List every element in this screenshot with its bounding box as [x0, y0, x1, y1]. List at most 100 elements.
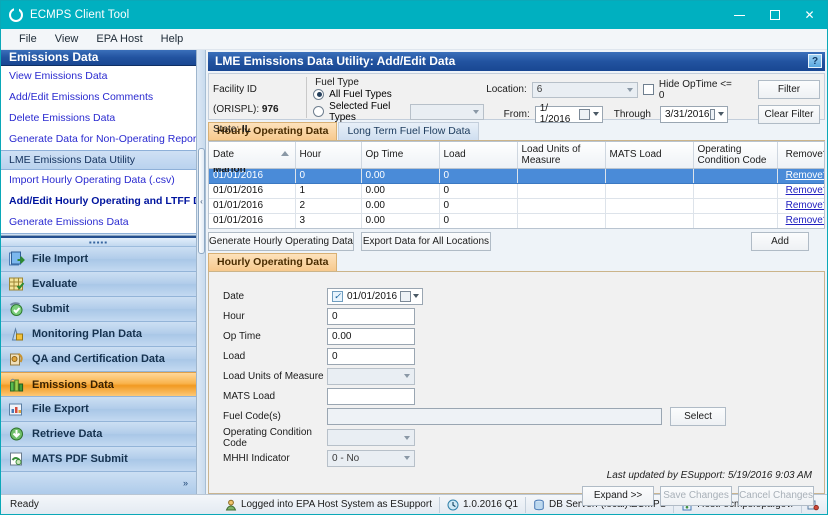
remove-link[interactable]: Remove? — [786, 185, 824, 196]
close-button[interactable]: ✕ — [792, 1, 827, 29]
expand-button[interactable]: Expand >> — [582, 485, 655, 506]
label-mats-load: MATS Load — [223, 390, 276, 402]
save-changes-button[interactable]: Save Changes — [660, 485, 733, 506]
cell-op-cond-code — [693, 213, 778, 228]
sidebar-item-retrieve-data[interactable]: Retrieve Data — [1, 422, 196, 447]
column-header-hour[interactable]: Hour — [295, 141, 362, 169]
sidebar-task-delete-emissions-data[interactable]: Delete Emissions Data — [1, 108, 196, 129]
label-hour: Hour — [223, 310, 245, 322]
mhhi-indicator-combo[interactable]: 0 - No — [327, 449, 415, 467]
clear-filter-button[interactable]: Clear Filter — [758, 104, 820, 124]
cancel-changes-button[interactable]: Cancel Changes — [738, 485, 814, 506]
column-header-operating-condition-code[interactable]: Operating Condition Code — [693, 141, 778, 169]
column-header-remove[interactable]: Remove? — [777, 141, 824, 169]
sidebar-item-label: Submit — [32, 303, 70, 315]
column-header-load-units-of-measure[interactable]: Load Units of Measure — [517, 141, 606, 169]
sidebar-item-file-import[interactable]: File Import — [1, 247, 196, 272]
cell-date: 01/01/2016 — [209, 213, 296, 228]
remove-link[interactable]: Remove? — [786, 170, 824, 181]
export-data-for-all-locations-button[interactable]: Export Data for All Locations — [360, 231, 491, 251]
hide-optime-checkbox[interactable] — [642, 84, 654, 96]
sidebar-task-generate-emissions-data[interactable]: Generate Emissions Data — [1, 212, 196, 233]
through-date-input[interactable]: 3/31/2016 — [660, 105, 728, 123]
cell-op-cond-code — [693, 183, 778, 199]
date-field[interactable]: ✓ 01/01/2016 — [327, 287, 423, 305]
table-row[interactable]: 01/01/2016 1 0.00 0 Remove? — [209, 183, 824, 199]
nav-resize-grip[interactable]: ▪▪▪▪▪ — [1, 238, 196, 247]
cell-op-time: 0.00 — [361, 198, 440, 214]
table-row[interactable]: 01/01/2016 3 0.00 0 Remove? — [209, 213, 824, 228]
load-units-of-measure-combo[interactable] — [327, 367, 415, 385]
tab-detail-hourly-operating-data[interactable]: Hourly Operating Data — [208, 252, 338, 271]
cell-remove[interactable]: Remove? — [777, 168, 824, 184]
sidebar-item-submit[interactable]: Submit — [1, 297, 196, 322]
filter-button[interactable]: Filter — [758, 80, 820, 100]
sidebar-task-import-hourly-csv[interactable]: Import Hourly Operating Data (.csv) — [1, 170, 196, 191]
calendar-icon — [709, 108, 715, 120]
sidebar-item-file-export[interactable]: File Export — [1, 397, 196, 422]
sidebar-item-mats-pdf-submit[interactable]: MATS PDF Submit — [1, 447, 196, 472]
table-row[interactable]: 01/01/2016 2 0.00 0 Remove? — [209, 198, 824, 214]
status-ready-text: Ready — [10, 499, 39, 510]
sidebar-collapse-handle[interactable]: ‹ — [198, 148, 205, 254]
fuel-codes-field[interactable] — [327, 408, 662, 425]
menu-item-view[interactable]: View — [46, 31, 88, 47]
nav-overflow-button[interactable]: » — [1, 472, 196, 494]
from-date-input[interactable]: 1/ 1/2016 — [534, 103, 603, 125]
detail-buttons: Expand >> Save Changes Cancel Changes — [209, 481, 824, 513]
minimize-button[interactable] — [722, 1, 757, 29]
mats-load-field[interactable] — [327, 387, 415, 405]
generate-hourly-operating-data-button[interactable]: Generate Hourly Operating Data — [208, 231, 354, 251]
column-header-load[interactable]: Load — [439, 141, 518, 169]
column-header-op-time[interactable]: Op Time — [361, 141, 440, 169]
add-button[interactable]: Add — [751, 231, 809, 251]
sidebar-splitter[interactable]: ‹ — [197, 50, 206, 494]
sidebar-task-add-edit-hourly-ltff[interactable]: Add/Edit Hourly Operating and LTFF Data — [1, 191, 196, 212]
nav-overflow-icon: » — [182, 478, 188, 488]
evaluate-icon — [9, 277, 25, 291]
cell-load: 0 — [439, 183, 518, 199]
tab-long-term-fuel-flow-data[interactable]: Long Term Fuel Flow Data — [338, 121, 480, 140]
remove-link[interactable]: Remove? — [786, 215, 824, 226]
help-icon[interactable]: ? — [808, 54, 822, 69]
column-header-date[interactable]: Date — [209, 141, 296, 169]
sidebar-item-qa-certification-data[interactable]: QA and Certification Data — [1, 347, 196, 372]
sidebar-item-monitoring-plan-data[interactable]: Monitoring Plan Data — [1, 322, 196, 347]
main-panel-header: LME Emissions Data Utility: Add/Edit Dat… — [208, 52, 825, 71]
remove-link[interactable]: Remove? — [786, 200, 824, 211]
operating-condition-code-combo[interactable] — [327, 429, 415, 446]
form-row-op-time: Op Time 0.00 — [209, 327, 824, 345]
select-fuel-codes-button[interactable]: Select — [670, 407, 726, 426]
menu-item-file[interactable]: File — [10, 31, 46, 47]
op-time-field[interactable]: 0.00 — [327, 327, 415, 345]
selected-fuel-types-combo[interactable] — [409, 103, 484, 120]
submit-icon — [9, 302, 23, 316]
load-field[interactable]: 0 — [327, 347, 415, 365]
cell-remove[interactable]: Remove? — [777, 213, 824, 228]
form-row-fuel-codes: Fuel Code(s) Select — [209, 407, 824, 426]
cell-hour: 0 — [295, 168, 362, 184]
cell-remove[interactable]: Remove? — [777, 183, 824, 199]
sidebar-group-lme-utility: LME Emissions Data Utility — [1, 149, 196, 170]
sidebar-item-evaluate[interactable]: Evaluate — [1, 272, 196, 297]
cell-remove[interactable]: Remove? — [777, 198, 824, 214]
filter-bar: Facility ID (ORISPL): 976 State: IL Faci… — [208, 72, 825, 175]
column-header-mats-load[interactable]: MATS Load — [605, 141, 694, 169]
menu-item-help[interactable]: Help — [152, 31, 193, 47]
menu-item-epa-host[interactable]: EPA Host — [87, 31, 151, 47]
maximize-button[interactable] — [757, 1, 792, 29]
sidebar-task-add-edit-emissions-comments[interactable]: Add/Edit Emissions Comments — [1, 87, 196, 108]
facility-id-label: Facility ID (ORISPL): — [213, 83, 260, 115]
radio-selected-fuel-types[interactable]: Selected Fuel Types — [313, 101, 484, 123]
sidebar-task-generate-non-operating[interactable]: Generate Data for Non-Operating Reportin… — [1, 129, 196, 150]
hour-field[interactable]: 0 — [327, 307, 415, 325]
chevron-down-icon — [592, 112, 599, 117]
check-icon[interactable]: ✓ — [332, 290, 343, 302]
radio-all-fuel-types[interactable]: All Fuel Types — [313, 88, 484, 100]
from-label: From: — [503, 108, 530, 120]
sidebar-item-emissions-data[interactable]: Emissions Data — [1, 372, 196, 397]
grip-dots: ▪▪▪▪▪ — [88, 237, 109, 247]
location-combo[interactable]: 6 — [531, 81, 638, 98]
cell-load: 0 — [439, 168, 518, 184]
sidebar-task-view-emissions-data[interactable]: View Emissions Data — [1, 66, 196, 87]
